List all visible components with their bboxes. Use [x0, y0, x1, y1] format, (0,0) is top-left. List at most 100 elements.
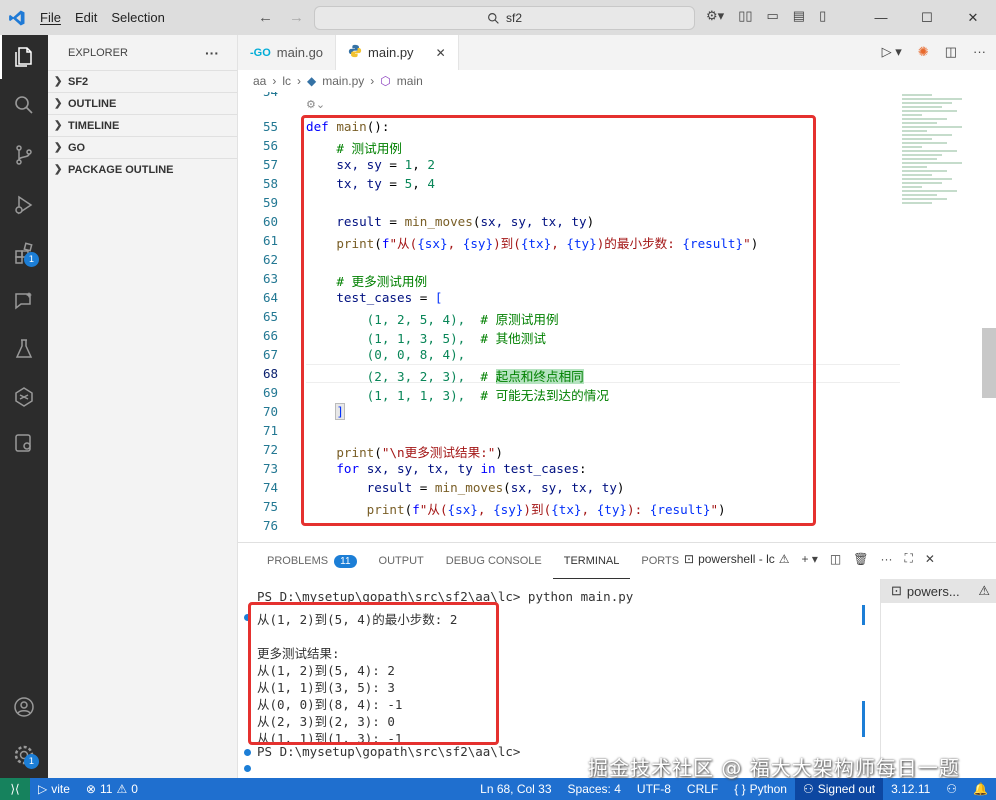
close-window-icon[interactable]: ✕	[950, 0, 996, 35]
maximize-panel-icon[interactable]: ⛶	[904, 551, 912, 566]
breadcrumb-item[interactable]: aa	[253, 74, 266, 88]
line-number: 76	[262, 518, 278, 533]
command-center-label: sf2	[505, 11, 522, 25]
account-icon[interactable]	[0, 685, 48, 729]
terminal-scrollbar[interactable]	[862, 579, 866, 779]
line-number: 73	[262, 461, 278, 476]
testing-icon[interactable]	[0, 327, 48, 371]
terminal-icon: ⊡	[891, 583, 902, 598]
more-actions-icon[interactable]: ···	[205, 45, 219, 61]
nav-buttons: ← →	[258, 9, 304, 26]
minimap[interactable]	[902, 92, 982, 292]
remote-indicator-icon[interactable]: ⟩⟨	[0, 778, 30, 800]
toggle-primary-sidebar-icon[interactable]: ▯▯	[738, 8, 752, 24]
kill-terminal-icon[interactable]: 🗑	[853, 552, 868, 566]
terminal-list-item[interactable]: ⊡ powers... ⚠	[881, 579, 996, 603]
section-timeline[interactable]: ❯ TIMELINE	[48, 114, 237, 136]
explorer-icon[interactable]	[0, 35, 48, 79]
extensions-badge: 1	[24, 252, 39, 267]
indentation[interactable]: Spaces: 4	[560, 782, 629, 796]
line-number: 67	[262, 347, 278, 362]
tab-main-py[interactable]: main.py ✕	[336, 35, 459, 70]
command-decoration-icon[interactable]	[244, 765, 251, 772]
breadcrumb-item[interactable]: main.py	[322, 74, 364, 88]
editor-scrollbar[interactable]	[982, 328, 996, 398]
notifications-bell-icon[interactable]: 🔔	[965, 782, 996, 796]
chevron-right-icon: ❯	[54, 76, 63, 87]
toggle-sidebar-icon[interactable]: ▭	[767, 8, 779, 24]
tab-output[interactable]: OUTPUT	[368, 543, 435, 579]
bottom-panel: PROBLEMS 11 OUTPUT DEBUG CONSOLE TERMINAL…	[238, 542, 996, 779]
chevron-right-icon: ❯	[54, 142, 63, 153]
copilot-agent-icon[interactable]	[0, 375, 48, 419]
section-outline[interactable]: ❯ OUTLINE	[48, 92, 237, 114]
terminal-prompt: PS D:\mysetup\gopath\src\sf2\aa\lc>	[257, 744, 528, 759]
activity-bar: 1 1	[0, 35, 48, 778]
command-center-search[interactable]: sf2	[314, 6, 695, 30]
codelens-icon[interactable]: ⚙⌄	[306, 98, 325, 111]
line-number-current: 68	[262, 366, 278, 381]
close-tab-icon[interactable]: ✕	[436, 46, 446, 60]
remote-explorer-icon[interactable]	[0, 421, 48, 465]
cursor-position[interactable]: Ln 68, Col 33	[472, 782, 559, 796]
run-debug-icon[interactable]	[0, 183, 48, 227]
minimize-icon[interactable]: —	[858, 0, 904, 35]
title-bar: File Edit Selection ← → sf2 ⚙▾ ▯▯ ▭ ▤ ▯ …	[0, 0, 996, 35]
section-package-outline[interactable]: ❯ PACKAGE OUTLINE	[48, 158, 237, 180]
breadcrumb-item[interactable]: lc	[282, 74, 291, 88]
tab-ports[interactable]: PORTS	[630, 543, 690, 579]
extensions-icon[interactable]: 1	[0, 231, 48, 275]
sidebar: EXPLORER ··· ❯ SF2 ❯ OUTLINE ❯ TIMELINE ❯ GO…	[48, 35, 238, 778]
copilot-status-icon[interactable]: ⚇	[938, 782, 965, 796]
spark-icon[interactable]: ✺	[918, 44, 929, 60]
split-terminal-icon[interactable]: ◫	[830, 552, 841, 566]
account-status[interactable]: ⚇ Signed out	[794, 778, 884, 800]
menu-bar: File Edit Selection	[40, 10, 165, 25]
tab-main-go[interactable]: -GO main.go	[238, 35, 337, 70]
copilot-icon[interactable]: ⚙▾	[706, 8, 724, 24]
problems-status[interactable]: ⊗ 11 ⚠ 0	[78, 782, 146, 796]
editor-actions: ▷ ▾ ✺ ◫ ···	[882, 44, 986, 60]
problems-badge: 11	[334, 554, 357, 568]
close-panel-icon[interactable]: ✕	[925, 552, 935, 566]
menu-edit[interactable]: Edit	[75, 10, 97, 25]
warning-icon: ⚠	[778, 551, 790, 566]
source-control-icon[interactable]	[0, 133, 48, 177]
chevron-right-icon: ›	[370, 74, 375, 88]
line-ending[interactable]: CRLF	[679, 782, 726, 796]
terminal-shell-selector[interactable]: ⊡ powershell - lc ⚠	[684, 552, 790, 566]
split-editor-icon[interactable]: ◫	[945, 44, 957, 60]
command-decoration-icon[interactable]	[244, 749, 251, 756]
back-arrow-icon[interactable]: ←	[258, 9, 273, 26]
more-icon[interactable]: ···	[880, 552, 892, 566]
tab-label: PORTS	[641, 555, 680, 567]
toggle-secondary-sidebar-icon[interactable]: ▯	[819, 8, 826, 24]
tab-terminal[interactable]: TERMINAL	[552, 543, 631, 579]
forward-arrow-icon[interactable]: →	[289, 9, 304, 26]
tab-label: TERMINAL	[563, 554, 620, 567]
new-terminal-icon[interactable]: + ▾	[802, 552, 818, 566]
python-interpreter[interactable]: 3.12.11	[883, 782, 938, 796]
menu-file[interactable]: File	[40, 10, 61, 25]
vite-status[interactable]: ▷ vite	[30, 782, 78, 796]
line-number: 65	[262, 309, 278, 324]
manage-gear-icon[interactable]: 1	[0, 733, 48, 777]
more-editor-actions-icon[interactable]: ···	[973, 44, 986, 60]
toggle-panel-icon[interactable]: ▤	[793, 8, 805, 24]
maximize-icon[interactable]: ☐	[904, 0, 950, 35]
language-mode[interactable]: { } Python	[726, 782, 795, 796]
menu-selection[interactable]: Selection	[111, 10, 164, 25]
chat-icon[interactable]	[0, 279, 48, 323]
line-number: 69	[262, 385, 278, 400]
run-python-icon[interactable]: ▷ ▾	[882, 44, 902, 60]
chevron-right-icon: ❯	[54, 120, 63, 131]
section-sf2[interactable]: ❯ SF2	[48, 70, 237, 92]
code-editor[interactable]: 54 55 56 57 58 59 60 61 62 63 64 65 66 6…	[238, 92, 996, 542]
tab-problems[interactable]: PROBLEMS 11	[256, 543, 368, 579]
copilot-icon: ⚇	[802, 782, 814, 796]
breadcrumb-item[interactable]: main	[397, 74, 423, 88]
search-icon[interactable]	[0, 83, 48, 127]
section-go[interactable]: ❯ GO	[48, 136, 237, 158]
encoding[interactable]: UTF-8	[629, 782, 679, 796]
tab-debug-console[interactable]: DEBUG CONSOLE	[435, 543, 553, 579]
